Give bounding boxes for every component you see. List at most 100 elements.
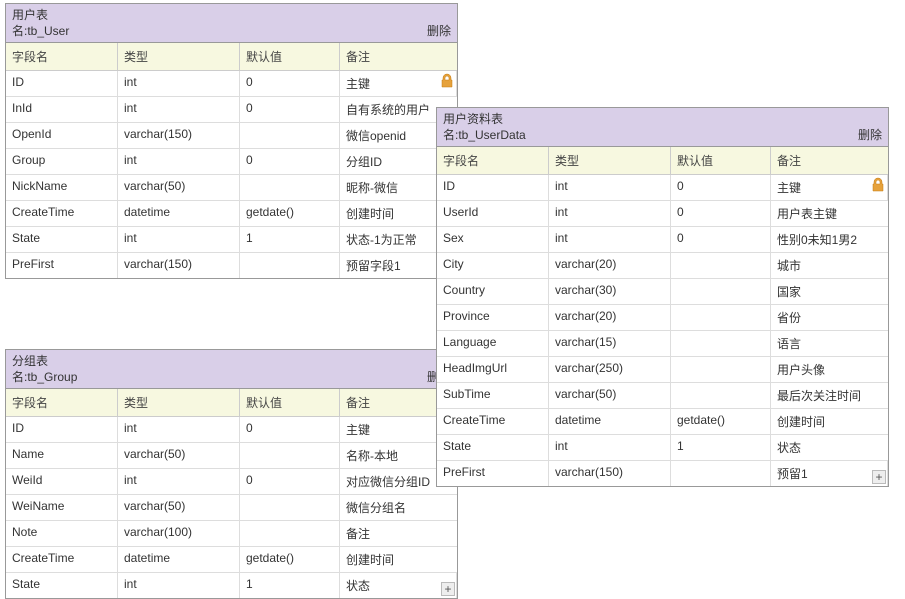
panel-header[interactable]: 用户表名:tb_User删除 [6,4,457,43]
cell-note: 状态 [340,573,457,598]
cell-type: varchar(150) [549,461,671,486]
cell-default: 0 [671,201,771,226]
table-row[interactable]: HeadImgUrlvarchar(250)用户头像 [437,357,888,383]
table-row[interactable]: Stateint1状态-1为正常 [6,227,457,253]
header-default: 默认值 [671,147,771,174]
table-row[interactable]: NickNamevarchar(50)昵称-微信 [6,175,457,201]
table-row[interactable]: CreateTimedatetimegetdate()创建时间 [6,547,457,573]
cell-default [240,175,340,200]
add-row-button[interactable]: + [872,470,886,484]
cell-note: 备注 [340,521,457,546]
table-row[interactable]: Provincevarchar(20)省份 [437,305,888,331]
cell-default: getdate() [240,201,340,226]
header-default: 默认值 [240,43,340,70]
cell-default: 1 [671,435,771,460]
cell-field: Note [6,521,118,546]
cell-type: varchar(50) [549,383,671,408]
cell-type: varchar(30) [549,279,671,304]
cell-type: varchar(50) [118,175,240,200]
cell-field: Language [437,331,549,356]
cell-default [240,123,340,148]
cell-note: 用户头像 [771,357,888,382]
cell-default: 1 [240,573,340,598]
table-row[interactable]: Sexint0性别0未知1男2 [437,227,888,253]
table-row[interactable]: IDint0主键 [6,417,457,443]
cell-default: 0 [671,227,771,252]
cell-field: PreFirst [437,461,549,486]
cell-type: varchar(100) [118,521,240,546]
cell-type: int [549,201,671,226]
cell-field: City [437,253,549,278]
cell-type: int [549,227,671,252]
panel-header[interactable]: 分组表名:tb_Group删除 [6,350,457,389]
cell-type: datetime [549,409,671,434]
table-panel-group[interactable]: 分组表名:tb_Group删除字段名类型默认值备注IDint0主键Namevar… [5,349,458,599]
cell-field: Group [6,149,118,174]
cell-type: int [118,97,240,122]
table-row[interactable]: CreateTimedatetimegetdate()创建时间 [437,409,888,435]
lock-icon [870,177,886,193]
table-row[interactable]: PreFirstvarchar(150)预留字段1+ [6,253,457,278]
cell-field: Country [437,279,549,304]
cell-note: 微信分组名 [340,495,457,520]
cell-field: CreateTime [437,409,549,434]
table-body: IDint0主键UserIdint0用户表主键Sexint0性别0未知1男2Ci… [437,175,888,486]
table-row[interactable]: IDint0主键 [6,71,457,97]
cell-note: 语言 [771,331,888,356]
header-note: 备注 [340,43,457,70]
panel-table-name: 名:tb_Group [6,369,457,388]
cell-type: varchar(150) [118,253,240,278]
table-row[interactable]: PreFirstvarchar(150)预留1+ [437,461,888,486]
table-row[interactable]: Cityvarchar(20)城市 [437,253,888,279]
cell-default: getdate() [240,547,340,572]
table-row[interactable]: Groupint0分组ID [6,149,457,175]
add-row-button[interactable]: + [441,582,455,596]
cell-field: ID [6,71,118,96]
table-row[interactable]: Languagevarchar(15)语言 [437,331,888,357]
cell-field: State [6,227,118,252]
table-row[interactable]: Stateint1状态+ [6,573,457,598]
cell-note: 最后次关注时间 [771,383,888,408]
cell-field: ID [6,417,118,442]
cell-type: int [549,435,671,460]
cell-field: UserId [437,201,549,226]
table-row[interactable]: SubTimevarchar(50)最后次关注时间 [437,383,888,409]
table-row[interactable]: InIdint0自有系统的用户 [6,97,457,123]
cell-default: 0 [240,417,340,442]
cell-type: int [118,149,240,174]
cell-field: HeadImgUrl [437,357,549,382]
lock-icon [439,73,455,89]
table-row[interactable]: Stateint1状态 [437,435,888,461]
table-row[interactable]: UserIdint0用户表主键 [437,201,888,227]
cell-type: int [549,175,671,200]
cell-default [240,443,340,468]
cell-default [240,253,340,278]
cell-note: 创建时间 [771,409,888,434]
cell-default [671,305,771,330]
panel-header[interactable]: 用户资料表名:tb_UserData删除 [437,108,888,147]
table-row[interactable]: CreateTimedatetimegetdate()创建时间 [6,201,457,227]
cell-field: InId [6,97,118,122]
table-panel-user[interactable]: 用户表名:tb_User删除字段名类型默认值备注IDint0主键InIdint0… [5,3,458,279]
table-body: IDint0主键Namevarchar(50)名称-本地WeiIdint0对应微… [6,417,457,598]
panel-title: 分组表 [6,350,457,369]
delete-button[interactable]: 删除 [427,22,451,39]
table-row[interactable]: OpenIdvarchar(150)微信openid [6,123,457,149]
table-row[interactable]: WeiIdint0对应微信分组ID [6,469,457,495]
cell-default [671,461,771,486]
cell-note: 省份 [771,305,888,330]
cell-note: 用户表主键 [771,201,888,226]
table-row[interactable]: Namevarchar(50)名称-本地 [6,443,457,469]
table-row[interactable]: WeiNamevarchar(50)微信分组名 [6,495,457,521]
table-row[interactable]: Notevarchar(100) 备注 [6,521,457,547]
table-panel-userdata[interactable]: 用户资料表名:tb_UserData删除字段名类型默认值备注IDint0主键Us… [436,107,889,487]
cell-default [671,383,771,408]
cell-field: Province [437,305,549,330]
table-row[interactable]: Countryvarchar(30)国家 [437,279,888,305]
table-body: IDint0主键InIdint0自有系统的用户OpenIdvarchar(150… [6,71,457,278]
cell-type: int [118,573,240,598]
table-row[interactable]: IDint0主键 [437,175,888,201]
cell-default: 0 [671,175,771,200]
cell-field: PreFirst [6,253,118,278]
delete-button[interactable]: 删除 [858,126,882,143]
